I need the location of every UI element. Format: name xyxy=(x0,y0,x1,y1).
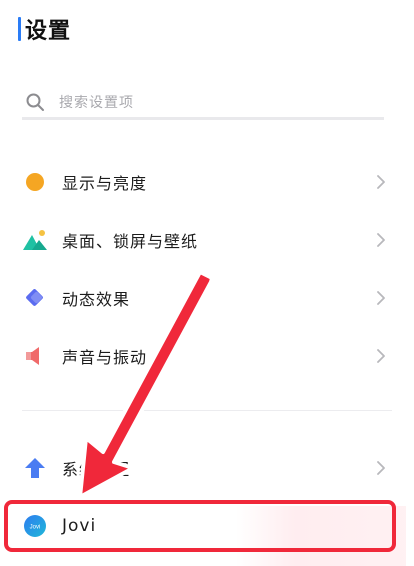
settings-item-label: 声音与振动 xyxy=(62,348,148,367)
chevron-right-icon xyxy=(377,291,385,305)
annotation-highlight-box xyxy=(4,500,396,552)
settings-item-system[interactable]: 系统管理 xyxy=(0,444,414,492)
search-icon xyxy=(26,93,44,111)
page-title-text: 设置 xyxy=(25,19,72,44)
settings-page: 设置 搜索设置项 显示与亮度 桌面、锁屏与壁纸 动态效果 声音与振动 系统管理 … xyxy=(0,0,414,566)
settings-item-label: 桌面、锁屏与壁纸 xyxy=(62,232,199,251)
page-title: 设置 xyxy=(18,14,71,44)
chevron-right-icon xyxy=(377,349,385,363)
upgrade-arrow-icon xyxy=(22,455,48,481)
chevron-right-icon xyxy=(377,461,385,475)
title-accent-bar xyxy=(18,17,21,41)
settings-item-label: 显示与亮度 xyxy=(62,174,148,193)
settings-item-sound[interactable]: 声音与振动 xyxy=(0,332,414,380)
settings-item-dynamic-effects[interactable]: 动态效果 xyxy=(0,274,414,322)
speaker-icon xyxy=(22,343,48,369)
section-divider xyxy=(22,410,392,411)
search-bar[interactable]: 搜索设置项 xyxy=(22,86,384,120)
search-placeholder: 搜索设置项 xyxy=(59,94,134,111)
settings-item-display[interactable]: 显示与亮度 xyxy=(0,158,414,206)
diamond-icon xyxy=(22,285,48,311)
sun-icon xyxy=(22,169,48,195)
chevron-right-icon xyxy=(377,175,385,189)
chevron-right-icon xyxy=(377,233,385,247)
settings-item-label: 动态效果 xyxy=(62,290,131,309)
settings-item-label: 系统管理 xyxy=(62,460,131,479)
settings-item-wallpaper[interactable]: 桌面、锁屏与壁纸 xyxy=(0,216,414,264)
landscape-icon xyxy=(22,227,48,253)
